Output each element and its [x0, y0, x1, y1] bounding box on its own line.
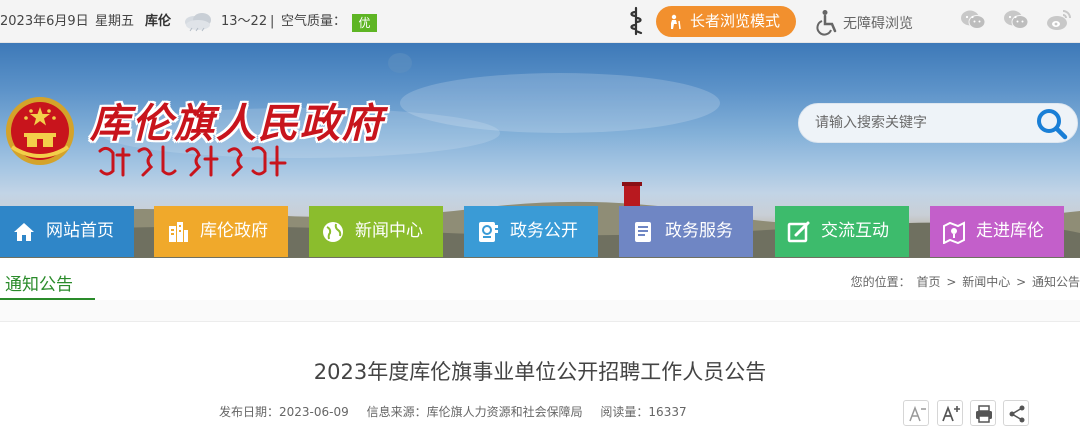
nav-label: 新闻中心 — [355, 221, 423, 241]
view-count: 阅读量：16337 — [600, 405, 687, 419]
divider: | — [270, 14, 275, 29]
nav-label: 走进库伦 — [976, 221, 1044, 241]
font-decrease-button[interactable] — [903, 400, 929, 426]
top-info-bar: 2023年6月9日 星期五 库伦 13～22 | 空气质量： 优 长者浏览模式 — [0, 0, 1080, 43]
edit-icon — [787, 221, 810, 243]
breadcrumb-home[interactable]: 首页 — [917, 275, 941, 289]
share-button[interactable] — [1003, 400, 1029, 426]
breadcrumb-separator: > — [946, 275, 957, 289]
nav-item-government[interactable]: 库伦政府 — [154, 206, 288, 257]
nav-label: 库伦政府 — [200, 221, 268, 241]
print-icon — [976, 405, 992, 423]
font-increase-button[interactable] — [937, 400, 963, 426]
home-icon — [14, 223, 34, 241]
nav-item-interaction[interactable]: 交流互动 — [775, 206, 909, 257]
search-input[interactable] — [815, 104, 1035, 142]
wechat-icon[interactable] — [960, 8, 986, 32]
breadcrumb-prefix: 您的位置： — [850, 275, 911, 289]
mini-program-icon[interactable] — [1003, 8, 1029, 32]
weibo-icon[interactable] — [1046, 8, 1072, 32]
content-gap — [0, 300, 1080, 321]
current-weekday: 星期五 — [95, 14, 135, 29]
air-quality-label: 空气质量： — [281, 14, 347, 29]
nav-item-about-kulun[interactable]: 走进库伦 — [930, 206, 1064, 257]
page: 2023年6月9日 星期五 库伦 13～22 | 空气质量： 优 长者浏览模式 — [0, 0, 1080, 433]
book-icon — [635, 222, 651, 242]
cloudy-weather-icon — [185, 13, 211, 32]
temperature-range: 13～22 — [221, 14, 268, 29]
nav-label: 网站首页 — [46, 221, 114, 241]
elder-mode-label: 长者浏览模式 — [690, 12, 781, 30]
accessible-browse-link[interactable]: 无障碍浏览 — [843, 13, 913, 33]
article-title: 2023年度库伦旗事业单位公开招聘工作人员公告 — [313, 360, 767, 384]
nav-item-services[interactable]: 政务服务 — [619, 206, 753, 257]
nav-item-home[interactable]: 网站首页 — [0, 206, 134, 257]
city-name: 库伦 — [145, 14, 172, 29]
elder-icon — [671, 14, 681, 30]
buildings-icon — [169, 222, 188, 242]
document-icon — [479, 222, 498, 242]
elder-mode-button[interactable]: 长者浏览模式 — [656, 6, 796, 37]
font-increase-icon — [942, 405, 960, 422]
nav-label: 交流互动 — [821, 221, 889, 241]
mongolian-script-icon[interactable] — [626, 6, 646, 36]
search-icon[interactable] — [1035, 107, 1069, 141]
map-icon — [943, 221, 965, 244]
publish-date: 发布日期：2023-06-09 — [219, 405, 349, 419]
nav-item-affairs-public[interactable]: 政务公开 — [464, 206, 598, 257]
section-header: 通知公告 您的位置： 首页 > 新闻中心 > 通知公告 — [0, 258, 1080, 301]
current-date: 2023年6月9日 — [0, 14, 89, 29]
wheelchair-icon[interactable] — [815, 9, 839, 37]
nav-label: 政务服务 — [665, 221, 733, 241]
article-meta: 发布日期：2023-06-09 信息来源：库伦旗人力资源和社会保障局 阅读量：1… — [219, 403, 701, 420]
mongolian-site-title — [98, 145, 287, 177]
breadcrumb-notices[interactable]: 通知公告 — [1032, 275, 1080, 289]
breadcrumb: 您的位置： 首页 > 新闻中心 > 通知公告 — [849, 273, 1080, 290]
search-box — [798, 103, 1078, 143]
share-icon — [1009, 405, 1025, 423]
national-emblem — [6, 97, 74, 165]
breadcrumb-news-center[interactable]: 新闻中心 — [962, 275, 1010, 289]
section-title: 通知公告 — [5, 275, 73, 295]
font-decrease-icon — [909, 405, 926, 422]
air-quality-badge: 优 — [352, 14, 377, 32]
globe-icon — [323, 222, 343, 242]
print-button[interactable] — [970, 400, 996, 426]
breadcrumb-separator: > — [1016, 275, 1027, 289]
info-source: 信息来源：库伦旗人力资源和社会保障局 — [366, 405, 583, 419]
article-header: 2023年度库伦旗事业单位公开招聘工作人员公告 发布日期：2023-06-09 … — [0, 321, 1080, 433]
nav-label: 政务公开 — [510, 221, 578, 241]
nav-item-news[interactable]: 新闻中心 — [309, 206, 443, 257]
